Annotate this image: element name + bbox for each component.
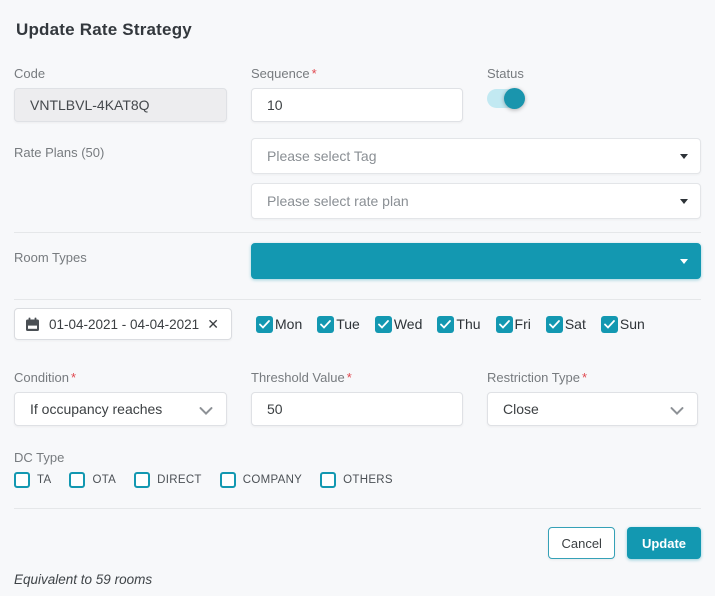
checkbox-checked-icon (256, 316, 273, 333)
cancel-button[interactable]: Cancel (548, 527, 614, 559)
restriction-type-select-value: Close (503, 401, 539, 417)
tag-select-placeholder: Please select Tag (267, 148, 376, 164)
tag-select[interactable]: Please select Tag (251, 138, 701, 174)
weekday-checkbox-mon[interactable]: Mon (256, 316, 302, 333)
chevron-down-icon (670, 403, 684, 419)
threshold-label: Threshold Value* (251, 370, 463, 385)
sequence-label: Sequence* (251, 66, 463, 81)
required-asterisk: * (71, 370, 76, 385)
required-asterisk: * (312, 66, 317, 81)
restriction-type-label: Restriction Type* (487, 370, 698, 385)
caret-down-icon (680, 154, 688, 159)
checkbox-unchecked-icon (14, 472, 30, 488)
code-sequence-status-row: Code Sequence* Status (14, 66, 701, 122)
room-types-label: Room Types (14, 250, 251, 265)
date-days-row: 01-04-2021 - 04-04-2021 ✕ Mon Tue Wed Th… (14, 308, 701, 340)
dc-checkbox-ta[interactable]: TA (14, 472, 51, 488)
checkbox-unchecked-icon (69, 472, 85, 488)
condition-select[interactable]: If occupancy reaches (14, 392, 227, 426)
update-rate-strategy-form: Update Rate Strategy Code Sequence* Stat… (0, 0, 715, 596)
divider (14, 299, 701, 300)
dc-checkbox-others[interactable]: OTHERS (320, 472, 393, 488)
date-range-value: 01-04-2021 - 04-04-2021 (49, 317, 205, 332)
weekday-checkbox-wed[interactable]: Wed (375, 316, 423, 333)
sequence-field[interactable] (251, 88, 463, 122)
dc-type-label: DC Type (14, 450, 701, 465)
weekday-checkbox-fri[interactable]: Fri (496, 316, 531, 333)
clear-date-icon[interactable]: ✕ (205, 317, 221, 331)
status-field-group: Status (487, 66, 698, 122)
caret-down-icon (680, 199, 688, 204)
code-label: Code (14, 66, 227, 81)
checkbox-checked-icon (437, 316, 454, 333)
form-actions: Cancel Update (14, 527, 701, 559)
checkbox-unchecked-icon (134, 472, 150, 488)
dc-type-checkbox-group: TA OTA DIRECT COMPANY OTHERS (14, 472, 701, 488)
update-button[interactable]: Update (627, 527, 701, 559)
rate-plans-row: Rate Plans (50) Please select Tag Please… (14, 138, 701, 219)
rate-plans-label: Rate Plans (50) (14, 145, 251, 160)
restriction-type-select[interactable]: Close (487, 392, 698, 426)
dc-checkbox-ota[interactable]: OTA (69, 472, 116, 488)
weekday-checkbox-group: Mon Tue Wed Thu Fri Sat (256, 316, 645, 333)
dc-type-section: DC Type TA OTA DIRECT COMPANY OTHERS (14, 450, 701, 488)
checkbox-checked-icon (317, 316, 334, 333)
checkbox-checked-icon (601, 316, 618, 333)
sequence-field-group: Sequence* (251, 66, 463, 122)
threshold-field-group: Threshold Value* (251, 370, 463, 426)
status-toggle[interactable] (487, 89, 524, 108)
code-field-group: Code (14, 66, 227, 122)
checkbox-unchecked-icon (220, 472, 236, 488)
rate-plan-select-placeholder: Please select rate plan (267, 193, 409, 209)
calendar-icon (25, 317, 40, 332)
condition-label: Condition* (14, 370, 227, 385)
caret-down-icon (680, 259, 688, 264)
required-asterisk: * (347, 370, 352, 385)
condition-row: Condition* If occupancy reaches Threshol… (14, 370, 701, 426)
weekday-checkbox-sat[interactable]: Sat (546, 316, 586, 333)
checkbox-checked-icon (375, 316, 392, 333)
weekday-checkbox-tue[interactable]: Tue (317, 316, 360, 333)
divider (14, 508, 701, 509)
condition-field-group: Condition* If occupancy reaches (14, 370, 227, 426)
code-field (14, 88, 227, 122)
equivalent-rooms-note: Equivalent to 59 rooms (14, 572, 701, 587)
condition-select-value: If occupancy reaches (30, 401, 162, 417)
checkbox-checked-icon (546, 316, 563, 333)
restriction-field-group: Restriction Type* Close (487, 370, 698, 426)
divider (14, 232, 701, 233)
chevron-down-icon (199, 403, 213, 419)
date-range-picker[interactable]: 01-04-2021 - 04-04-2021 ✕ (14, 308, 232, 340)
threshold-field[interactable] (251, 392, 463, 426)
page-title: Update Rate Strategy (16, 20, 701, 40)
status-label: Status (487, 66, 698, 81)
checkbox-checked-icon (496, 316, 513, 333)
room-types-select[interactable] (251, 243, 701, 279)
checkbox-unchecked-icon (320, 472, 336, 488)
weekday-checkbox-sun[interactable]: Sun (601, 316, 645, 333)
rate-plan-select[interactable]: Please select rate plan (251, 183, 701, 219)
weekday-checkbox-thu[interactable]: Thu (437, 316, 480, 333)
toggle-thumb (504, 88, 525, 109)
required-asterisk: * (582, 370, 587, 385)
dc-checkbox-company[interactable]: COMPANY (220, 472, 302, 488)
dc-checkbox-direct[interactable]: DIRECT (134, 472, 202, 488)
room-types-row: Room Types (14, 243, 701, 279)
